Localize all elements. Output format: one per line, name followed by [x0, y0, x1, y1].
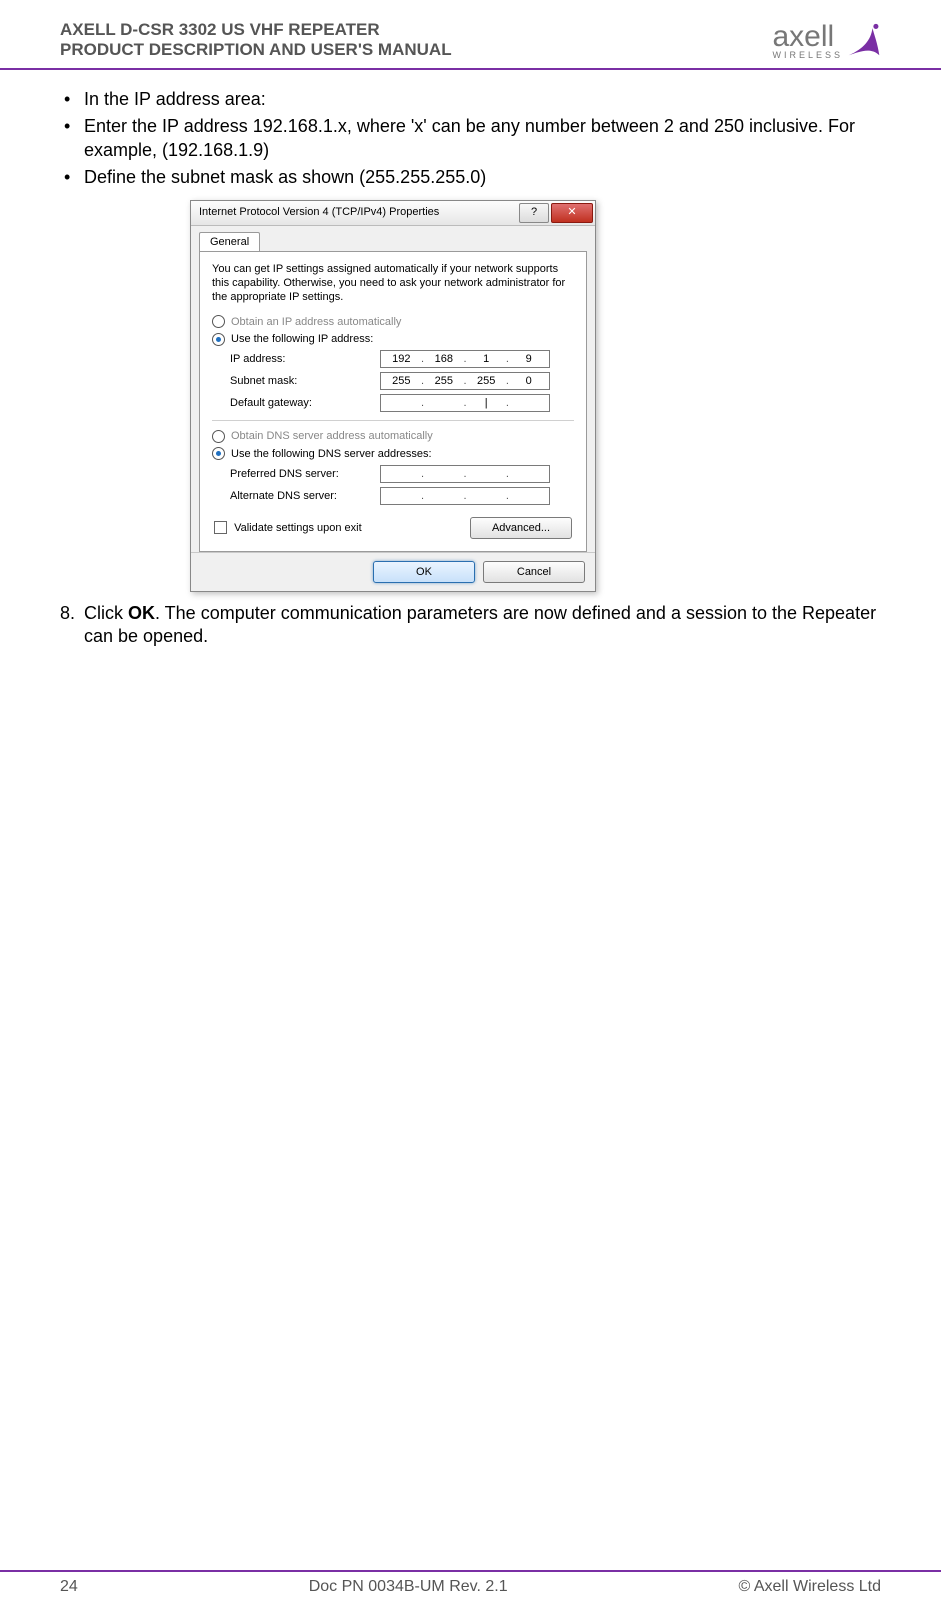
header-line1: AXELL D-CSR 3302 US VHF REPEATER — [60, 20, 452, 40]
radio-icon — [212, 430, 225, 443]
bullet-item: Define the subnet mask as shown (255.255… — [60, 166, 881, 189]
advanced-button[interactable]: Advanced... — [470, 517, 572, 539]
close-button[interactable]: ✕ — [551, 203, 593, 223]
doc-id: Doc PN 0034B-UM Rev. 2.1 — [309, 1578, 508, 1596]
ip-address-input[interactable]: 192. 168. 1. 9 — [380, 350, 550, 368]
default-gateway-input[interactable]: . . |. — [380, 394, 550, 412]
help-text: You can get IP settings assigned automat… — [212, 262, 574, 305]
copyright: © Axell Wireless Ltd — [739, 1578, 882, 1596]
step-number: 8. — [60, 602, 84, 649]
preferred-dns-label: Preferred DNS server: — [230, 467, 380, 481]
radio-label: Use the following DNS server addresses: — [231, 447, 432, 461]
step-8: 8. Click OK. The computer communication … — [60, 602, 881, 649]
radio-icon — [212, 315, 225, 328]
radio-icon — [212, 333, 225, 346]
radio-label: Obtain an IP address automatically — [231, 315, 401, 329]
validate-label: Validate settings upon exit — [234, 522, 362, 534]
checkbox-icon — [214, 521, 227, 534]
default-gateway-row: Default gateway: . . |. — [230, 394, 574, 412]
ip-octet: 168 — [431, 352, 457, 366]
tab-general[interactable]: General — [199, 232, 260, 251]
ip-octet: 255 — [473, 374, 499, 388]
close-icon: ✕ — [567, 205, 576, 219]
subnet-mask-row: Subnet mask: 255. 255. 255. 0 — [230, 372, 574, 390]
radio-label: Use the following IP address: — [231, 332, 373, 346]
logo-subtext: WIRELESS — [772, 50, 843, 60]
dialog-button-row: OK Cancel — [191, 552, 595, 591]
step-text: Click OK. The computer communication par… — [84, 602, 881, 649]
radio-label: Obtain DNS server address automatically — [231, 429, 433, 443]
ip-octet: 192 — [388, 352, 414, 366]
page-content: In the IP address area: Enter the IP add… — [0, 70, 941, 649]
ok-button[interactable]: OK — [373, 561, 475, 583]
group-separator — [212, 420, 574, 421]
ip-octet: 9 — [516, 352, 542, 366]
radio-use-following-dns[interactable]: Use the following DNS server addresses: — [212, 447, 574, 461]
logo-text: axell — [772, 20, 834, 54]
axell-logo: axell WIRELESS — [772, 20, 881, 60]
validate-checkbox-wrap[interactable]: Validate settings upon exit — [214, 521, 362, 535]
bullet-list: In the IP address area: Enter the IP add… — [60, 88, 881, 190]
ip-octet: 255 — [388, 374, 414, 388]
tab-body: You can get IP settings assigned automat… — [199, 251, 587, 552]
ip-octet: 255 — [431, 374, 457, 388]
default-gateway-label: Default gateway: — [230, 396, 380, 410]
step-text-pre: Click — [84, 603, 128, 623]
header-title-block: AXELL D-CSR 3302 US VHF REPEATER PRODUCT… — [60, 20, 452, 60]
subnet-mask-label: Subnet mask: — [230, 374, 380, 388]
help-icon: ? — [531, 205, 537, 219]
subnet-mask-input[interactable]: 255. 255. 255. 0 — [380, 372, 550, 390]
ip-address-label: IP address: — [230, 352, 380, 366]
radio-use-following-ip[interactable]: Use the following IP address: — [212, 332, 574, 346]
radio-icon — [212, 447, 225, 460]
bullet-item: In the IP address area: — [60, 88, 881, 111]
alternate-dns-input[interactable]: . . . — [380, 487, 550, 505]
help-button[interactable]: ? — [519, 203, 549, 223]
preferred-dns-input[interactable]: . . . — [380, 465, 550, 483]
ipv4-dialog-screenshot: Internet Protocol Version 4 (TCP/IPv4) P… — [190, 200, 596, 592]
ip-octet: 1 — [473, 352, 499, 366]
bullet-item: Enter the IP address 192.168.1.x, where … — [60, 115, 881, 162]
radio-obtain-ip-auto[interactable]: Obtain an IP address automatically — [212, 315, 574, 329]
alternate-dns-label: Alternate DNS server: — [230, 489, 380, 503]
cancel-button[interactable]: Cancel — [483, 561, 585, 583]
dialog-title: Internet Protocol Version 4 (TCP/IPv4) P… — [199, 205, 519, 219]
step-text-post: . The computer communication parameters … — [84, 603, 876, 646]
page-footer: 24 Doc PN 0034B-UM Rev. 2.1 © Axell Wire… — [0, 1570, 941, 1596]
step-text-bold: OK — [128, 603, 155, 623]
page-number: 24 — [60, 1578, 78, 1596]
radio-obtain-dns-auto: Obtain DNS server address automatically — [212, 429, 574, 443]
ipv4-properties-dialog: Internet Protocol Version 4 (TCP/IPv4) P… — [190, 200, 596, 592]
ip-octet: 0 — [516, 374, 542, 388]
ip-octet: | — [473, 396, 499, 410]
alternate-dns-row: Alternate DNS server: . . . — [230, 487, 574, 505]
dialog-titlebar: Internet Protocol Version 4 (TCP/IPv4) P… — [191, 201, 595, 226]
ip-address-row: IP address: 192. 168. 1. 9 — [230, 350, 574, 368]
validate-advanced-row: Validate settings upon exit Advanced... — [214, 517, 572, 539]
logo-swirl-icon — [847, 23, 881, 57]
tab-strip: General — [191, 226, 595, 251]
page-header: AXELL D-CSR 3302 US VHF REPEATER PRODUCT… — [0, 0, 941, 70]
preferred-dns-row: Preferred DNS server: . . . — [230, 465, 574, 483]
header-line2: PRODUCT DESCRIPTION AND USER'S MANUAL — [60, 40, 452, 60]
